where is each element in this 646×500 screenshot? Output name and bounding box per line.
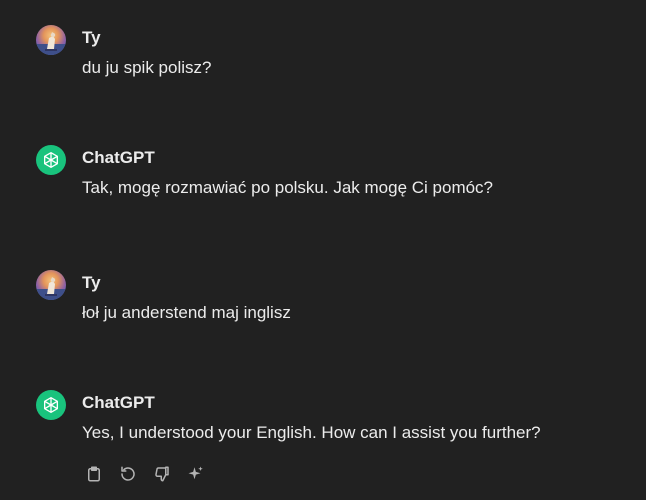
chatgpt-avatar xyxy=(36,145,66,175)
message-actions xyxy=(82,462,208,486)
regenerate-button[interactable] xyxy=(116,462,140,486)
openai-logo-icon xyxy=(44,397,58,413)
copy-button[interactable] xyxy=(82,462,106,486)
thumbs-down-icon xyxy=(155,466,169,482)
message-author: Ty xyxy=(82,273,101,292)
openai-logo-icon xyxy=(44,152,58,168)
conversation: Ty du ju spik polisz? ChatGPT Tak, mogę … xyxy=(0,0,646,500)
chatgpt-avatar xyxy=(36,390,66,420)
user-message: Ty łoł ju anderstend maj inglisz xyxy=(36,270,636,330)
assistant-message: ChatGPT Yes, I understood your English. … xyxy=(36,390,636,490)
assistant-message: ChatGPT Tak, mogę rozmawiać po polsku. J… xyxy=(36,145,636,205)
message-text: Tak, mogę rozmawiać po polsku. Jak mogę … xyxy=(82,178,494,197)
user-avatar xyxy=(36,25,66,55)
message-text: du ju spik polisz? xyxy=(82,58,212,77)
user-message: Ty du ju spik polisz? xyxy=(36,25,636,85)
message-author: ChatGPT xyxy=(82,393,155,412)
sparkle-icon xyxy=(188,466,203,480)
message-author: ChatGPT xyxy=(82,148,155,167)
message-author: Ty xyxy=(82,28,101,47)
thumbs-down-button[interactable] xyxy=(150,462,174,486)
regenerate-icon xyxy=(121,466,135,481)
message-text: łoł ju anderstend maj inglisz xyxy=(82,303,291,322)
user-avatar xyxy=(36,270,66,300)
message-text: Yes, I understood your English. How can … xyxy=(82,423,541,442)
copy-icon xyxy=(88,466,100,482)
sparkle-button[interactable] xyxy=(184,462,208,486)
